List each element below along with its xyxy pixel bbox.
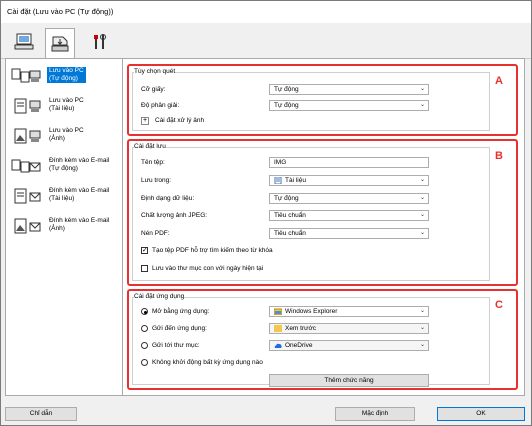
save-to-pc-document-icon xyxy=(14,98,41,114)
sidebar-item-label: Lưu vào PC (Tự động) xyxy=(47,67,86,83)
subfolder-label: Lưu vào thư mục con với ngày hiện tại xyxy=(152,265,264,272)
sidebar-item-save-pc-document[interactable]: Lưu vào PC (Tài liệu) xyxy=(9,95,121,123)
sidebar-item-label: Đính kèm vào E-mail (Tài liệu) xyxy=(49,187,110,202)
jpeg-quality-select[interactable]: Tiêu chuẩn ⌄ xyxy=(269,210,429,221)
open-with-app-label: Mở bằng ứng dụng: xyxy=(152,308,210,315)
keyword-pdf-checkbox[interactable] xyxy=(141,246,148,254)
documents-folder-icon xyxy=(274,176,282,184)
send-to-app-value: Xem trước xyxy=(285,325,317,332)
defaults-button[interactable]: Mặc định xyxy=(335,407,415,421)
keyword-pdf-label: Tạo tệp PDF hỗ trợ tìm kiếm theo từ khóa xyxy=(152,247,273,254)
sidebar-item-attach-email-auto[interactable]: Đính kèm vào E-mail (Tự động) xyxy=(9,155,121,183)
ok-button[interactable]: OK xyxy=(437,407,525,421)
no-app-radio[interactable] xyxy=(141,359,148,366)
scan-from-computer-icon xyxy=(14,33,34,50)
tab-general-settings[interactable] xyxy=(85,28,115,56)
sidebar-item-label: Đính kèm vào E-mail (Tự động) xyxy=(49,157,110,172)
resolution-label: Độ phân giải: xyxy=(141,102,180,109)
toolbar xyxy=(1,23,531,59)
pdf-compression-select[interactable]: Tiêu chuẩn ⌄ xyxy=(269,228,429,239)
sidebar-item-attach-email-photo[interactable]: Đính kèm vào E-mail (Ảnh) xyxy=(9,215,121,243)
chevron-down-icon: ⌄ xyxy=(419,195,425,201)
sidebar-item-label: Lưu vào PC (Tài liệu) xyxy=(49,97,84,112)
data-format-value: Tự động xyxy=(274,195,299,202)
chevron-down-icon: ⌄ xyxy=(419,212,425,218)
send-to-app-label: Gửi đến ứng dụng: xyxy=(152,325,207,332)
no-app-label: Không khởi động bất kỳ ứng dụng nào xyxy=(152,359,263,366)
help-button[interactable]: Chỉ dẫn xyxy=(5,407,77,421)
save-in-label: Lưu trong: xyxy=(141,177,172,184)
title-bar: Cài đặt (Lưu vào PC (Tự động)) xyxy=(1,1,531,23)
chevron-down-icon: ⌄ xyxy=(419,177,425,183)
save-in-select[interactable]: Tài liệu ⌄ xyxy=(269,175,429,186)
attach-email-photo-icon xyxy=(14,218,41,234)
file-name-label: Tên tệp: xyxy=(141,159,165,166)
save-to-pc-auto-icon xyxy=(11,68,41,83)
add-function-button[interactable]: Thêm chức năng xyxy=(269,374,429,387)
save-in-value: Tài liệu xyxy=(285,177,306,184)
attach-email-auto-icon xyxy=(11,159,41,173)
pdf-compression-label: Nén PDF: xyxy=(141,230,170,237)
open-with-app-radio[interactable] xyxy=(141,308,148,315)
chevron-down-icon: ⌄ xyxy=(419,342,425,348)
scan-options-title: Tùy chọn quét xyxy=(134,68,176,75)
open-with-app-select[interactable]: Windows Explorer ⌄ xyxy=(269,306,429,317)
jpeg-quality-label: Chất lượng ảnh JPEG: xyxy=(141,212,208,219)
highlight-letter-b: B xyxy=(495,150,503,162)
preview-app-icon xyxy=(274,324,282,332)
highlight-letter-c: C xyxy=(495,299,503,311)
send-to-app-select[interactable]: Xem trước ⌄ xyxy=(269,323,429,334)
settings-content: A Tùy chọn quét Cỡ giấy: Tự động ⌄ Độ ph… xyxy=(123,58,525,396)
windows-explorer-icon xyxy=(274,308,282,315)
data-format-label: Định dạng dữ liệu: xyxy=(141,195,195,202)
send-to-folder-value: OneDrive xyxy=(285,342,313,349)
chevron-down-icon: ⌄ xyxy=(419,325,425,331)
send-to-folder-select[interactable]: OneDrive ⌄ xyxy=(269,340,429,351)
save-settings-title: Cài đặt lưu xyxy=(134,143,166,150)
onedrive-icon xyxy=(274,343,282,348)
send-to-app-radio[interactable] xyxy=(141,325,148,332)
paper-size-select[interactable]: Tự động ⌄ xyxy=(269,84,429,95)
resolution-value: Tự động xyxy=(274,102,299,109)
pdf-compression-value: Tiêu chuẩn xyxy=(274,230,306,237)
chevron-down-icon: ⌄ xyxy=(419,230,425,236)
tab-scan-from-computer[interactable] xyxy=(9,28,39,56)
sidebar-item-label: Lưu vào PC (Ảnh) xyxy=(49,127,84,142)
send-to-folder-label: Gửi tới thư mục: xyxy=(152,342,200,349)
chevron-down-icon: ⌄ xyxy=(419,308,425,314)
scan-from-panel-icon xyxy=(51,36,69,52)
chevron-down-icon: ⌄ xyxy=(419,102,425,108)
sidebar-item-label: Đính kèm vào E-mail (Ảnh) xyxy=(49,217,110,232)
expand-image-processing-button[interactable]: + xyxy=(141,117,149,125)
jpeg-quality-value: Tiêu chuẩn xyxy=(274,212,306,219)
tab-scan-from-panel[interactable] xyxy=(45,28,75,59)
chevron-down-icon: ⌄ xyxy=(419,86,425,92)
subfolder-checkbox[interactable] xyxy=(141,265,148,272)
window-title: Cài đặt (Lưu vào PC (Tự động)) xyxy=(7,7,114,16)
resolution-select[interactable]: Tự động ⌄ xyxy=(269,100,429,111)
paper-size-value: Tự động xyxy=(274,86,299,93)
sidebar-item-save-pc-photo[interactable]: Lưu vào PC (Ảnh) xyxy=(9,125,121,153)
image-processing-label: Cài đặt xử lý ảnh xyxy=(155,117,205,124)
paper-size-label: Cỡ giấy: xyxy=(141,86,166,93)
sidebar: Lưu vào PC (Tự động) Lưu vào PC (Tài liệ… xyxy=(5,58,123,396)
sidebar-item-attach-email-document[interactable]: Đính kèm vào E-mail (Tài liệu) xyxy=(9,185,121,213)
save-to-pc-photo-icon xyxy=(14,128,41,144)
data-format-select[interactable]: Tự động ⌄ xyxy=(269,193,429,204)
attach-email-document-icon xyxy=(14,188,41,204)
file-name-input[interactable]: IMG xyxy=(269,157,429,168)
general-settings-icon xyxy=(94,34,106,49)
app-settings-title: Cài đặt ứng dụng xyxy=(134,293,185,300)
file-name-value: IMG xyxy=(274,159,287,166)
send-to-folder-radio[interactable] xyxy=(141,342,148,349)
settings-window: Cài đặt (Lưu vào PC (Tự động)) Lưu vào P… xyxy=(0,0,532,426)
open-with-app-value: Windows Explorer xyxy=(285,308,338,315)
sidebar-item-save-pc-auto[interactable]: Lưu vào PC (Tự động) xyxy=(9,65,121,93)
highlight-letter-a: A xyxy=(495,75,503,87)
